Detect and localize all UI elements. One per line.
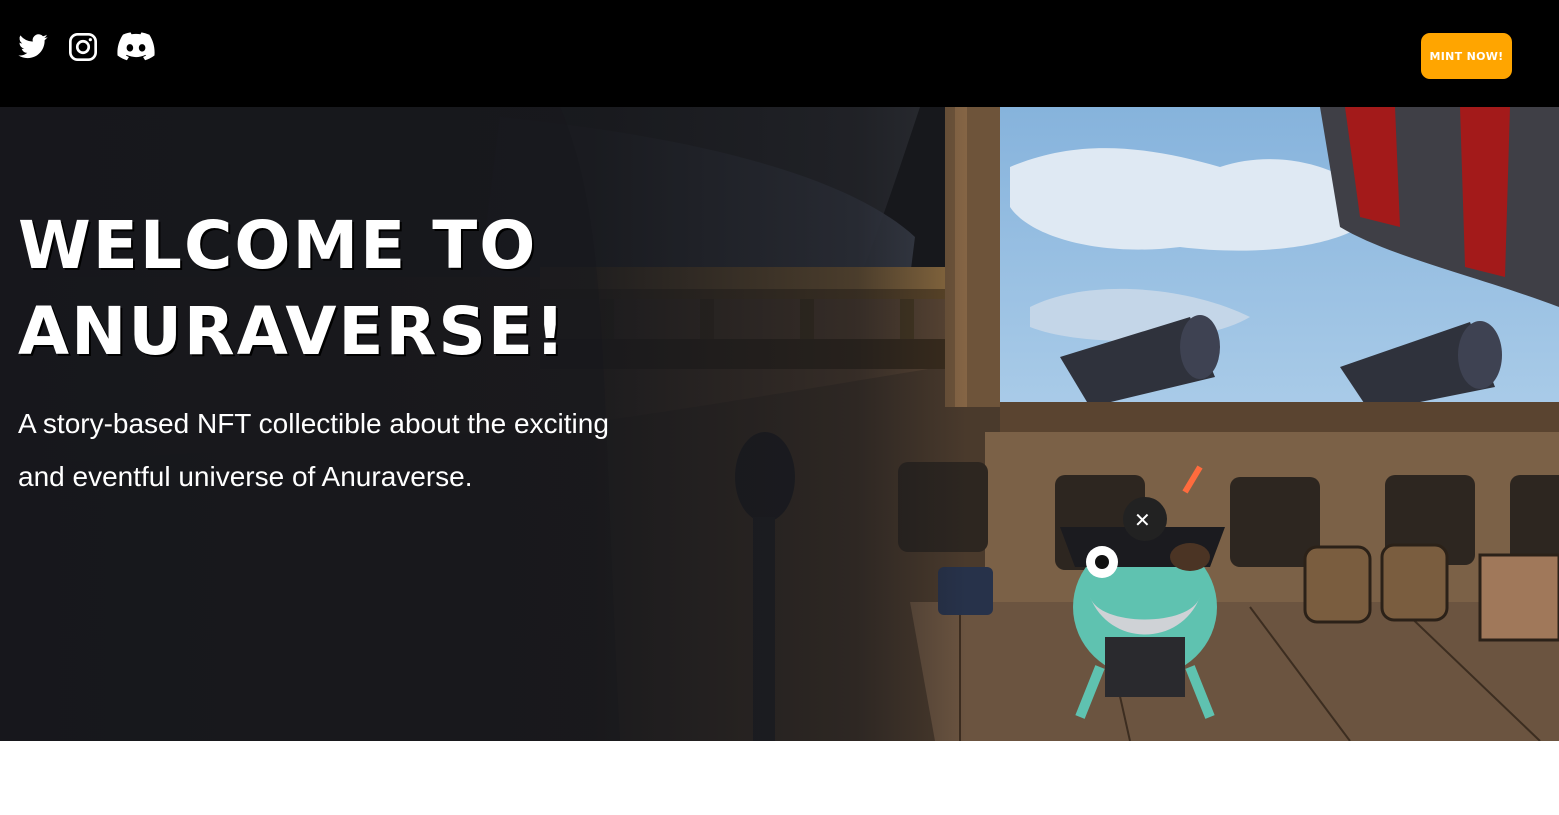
hero-subtitle: A story-based NFT collectible about the … xyxy=(18,408,609,492)
discord-icon xyxy=(117,32,155,61)
instagram-icon xyxy=(69,33,97,61)
twitter-icon xyxy=(18,34,48,59)
hero-title: WELCOME TO ANURAVERSE! xyxy=(18,203,698,375)
discord-link[interactable] xyxy=(117,31,155,63)
hero-section: ✕ WELCOME TO ANURAVERSE! A story-based N… xyxy=(0,107,1559,741)
hero-title-line1: WELCOME TO xyxy=(18,207,538,284)
top-navbar: MINT NOW! xyxy=(0,0,1559,107)
mint-now-button[interactable]: MINT NOW! xyxy=(1421,33,1512,79)
twitter-link[interactable] xyxy=(17,31,49,63)
hero-title-line2: ANURAVERSE! xyxy=(18,293,568,370)
instagram-link[interactable] xyxy=(67,31,99,63)
page-body-start xyxy=(0,741,1559,815)
